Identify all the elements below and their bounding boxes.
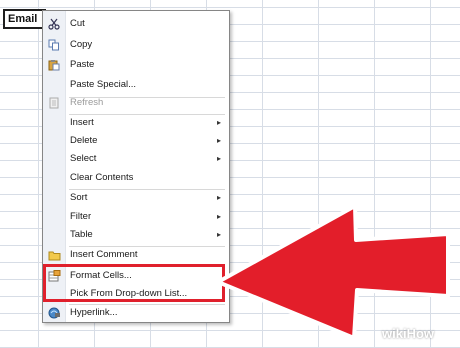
pointer-arrow — [216, 204, 450, 340]
arrow-shape-fill — [216, 204, 450, 340]
wikihow-watermark: wikiHow — [382, 326, 434, 341]
watermark-suffix: How — [406, 326, 435, 341]
watermark-prefix: wiki — [382, 326, 407, 341]
